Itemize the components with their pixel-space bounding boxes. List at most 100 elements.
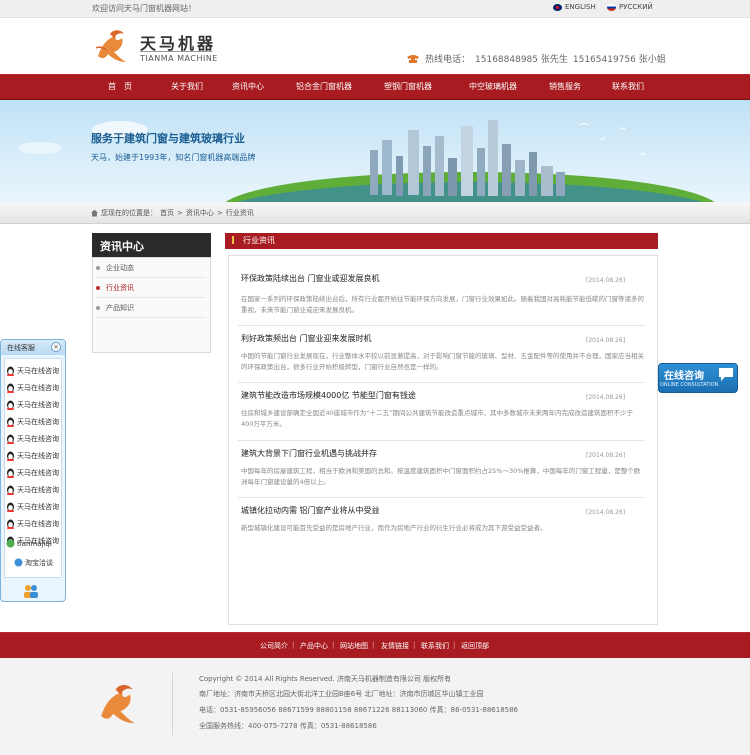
uk-flag-icon: [553, 3, 562, 11]
article-summary: 新型城镇化建设可能首先受益的是房地产行业，而作为房地产行业的衍生行业必将成为其下…: [241, 524, 547, 532]
people-icon: [24, 585, 38, 598]
footer-sep: |: [372, 641, 375, 649]
sidebar-item-label: 产品知识: [106, 304, 134, 312]
nav-home[interactable]: 首 页: [108, 81, 132, 92]
hotline-label: 热线电话：: [425, 55, 471, 65]
qq-contact-link[interactable]: 天马在线咨询: [6, 364, 59, 377]
article-title[interactable]: 建筑节能改造市场规模4000亿 节能型门窗有钱途: [241, 390, 416, 401]
lang-english-label: ENGLISH: [565, 3, 596, 11]
footer-link-contact[interactable]: 联系我们: [421, 641, 449, 651]
article-title[interactable]: 利好政策频出台 门窗业迎来发展时机: [241, 333, 372, 344]
breadcrumb-prefix: 您现在的位置是：: [101, 209, 157, 217]
breadcrumb-home[interactable]: 首页: [160, 208, 174, 218]
article-date: [2014.08.26]: [586, 277, 626, 284]
qq-contact-label: 天马在线咨询: [17, 451, 59, 460]
qq-contact-link[interactable]: 天马在线咨询: [6, 483, 59, 496]
footer-link-sitemap[interactable]: 网站地图: [340, 641, 368, 651]
breadcrumb-sep: >: [177, 209, 183, 217]
qq-penguin-icon: [6, 399, 15, 410]
footer-logo-horse-icon: [101, 685, 135, 724]
qq-penguin-icon: [6, 382, 15, 393]
article-title[interactable]: 城镇化拉动内需 铝门窗产业将从中受益: [241, 505, 380, 516]
taobao-icon: [14, 557, 23, 568]
article-date: [2014.08.26]: [586, 337, 626, 344]
sidebar-item-product-knowledge[interactable]: 产品知识: [96, 300, 206, 318]
hotline-number-2: 15165419756 张小姐: [572, 55, 666, 65]
brand-name-en: TIANMA MACHINE: [140, 54, 218, 63]
breadcrumb: 您现在的位置是： 首页 > 资讯中心 > 行业资讯: [91, 208, 254, 218]
bullet-icon: [96, 306, 100, 310]
taobao-chat-label: 淘宝洽谈: [25, 558, 53, 567]
lang-english-link[interactable]: ENGLISH: [553, 3, 596, 11]
nav-upvc-machines[interactable]: 塑钢门窗机器: [384, 81, 432, 92]
qq-contact-label: 天马在线咨询: [17, 519, 59, 528]
article-date: [2014.08.26]: [586, 394, 626, 401]
wechat-icon: [6, 538, 15, 549]
qq-contact-label: 天马在线咨询: [17, 434, 59, 443]
qq-penguin-icon: [6, 416, 15, 427]
qq-contact-link[interactable]: 天马在线咨询: [6, 449, 59, 462]
footer-phone: 电话：0531-85956056 88671599 88801158 88671…: [199, 706, 519, 714]
article-date: [2014.08.26]: [586, 452, 626, 459]
sidebar-title: 资讯中心: [92, 233, 211, 257]
close-icon[interactable]: ×: [51, 342, 61, 352]
qq-contact-link[interactable]: 天马在线咨询: [6, 398, 59, 411]
banner-subtitle: 天马，始建于1993年，知名门窗机器高端品牌: [91, 153, 256, 162]
section-title: 行业资讯: [225, 233, 658, 249]
lang-russian-label: РУССКИЙ: [619, 3, 653, 11]
welcome-text: 欢迎访问天马门窗机器网站！: [92, 4, 196, 13]
qq-penguin-icon: [6, 484, 15, 495]
title-marker: [232, 236, 234, 244]
divider: [238, 440, 645, 441]
footer-divider: [172, 673, 173, 735]
qq-contact-link[interactable]: 天马在线咨询: [6, 500, 59, 513]
lang-russian-link[interactable]: РУССКИЙ: [607, 3, 653, 11]
article-title[interactable]: 建筑大背景下门窗行业机遇与挑战并存: [241, 448, 377, 459]
logo-horse-icon[interactable]: [92, 26, 132, 66]
divider: [238, 325, 645, 326]
qq-contact-link[interactable]: 天马在线咨询: [6, 381, 59, 394]
article-summary: 中国每年的房屋建筑工程，相当于欧洲和美国的总和。按温度建筑面积中门窗面积约占25…: [241, 467, 641, 486]
city-skyline-image: [18, 120, 715, 202]
footer-link-about[interactable]: 公司简介: [260, 641, 288, 651]
qq-penguin-icon: [6, 433, 15, 444]
russia-flag-icon: [607, 3, 616, 11]
footer-service: 全国服务热线：400-075-7278 传真：0531-88618586: [199, 722, 377, 730]
nav-sales-service[interactable]: 销售服务: [549, 81, 581, 92]
hotline-number-1: 15168848985 张先生: [475, 55, 568, 65]
breadcrumb-news[interactable]: 资讯中心: [186, 208, 214, 218]
footer-copyright: Copyright © 2014 All Rights Reserved. 济南…: [199, 675, 452, 683]
phone-icon: [407, 54, 419, 63]
footer-link-top[interactable]: 返回顶部: [461, 641, 489, 651]
nav-news[interactable]: 资讯中心: [232, 81, 264, 92]
taobao-chat-link[interactable]: 淘宝洽谈: [14, 556, 53, 569]
brand-divider: [140, 51, 212, 52]
footer-nav: [0, 632, 750, 658]
qq-contact-label: 天马在线咨询: [17, 468, 59, 477]
main-nav: 首 页 关于我们 资讯中心 铝合金门窗机器 塑钢门窗机器 中空玻璃机器 销售服务…: [0, 74, 750, 100]
qq-contact-link[interactable]: 天马在线咨询: [6, 517, 59, 530]
sidebar-item-industry-news[interactable]: 行业资讯: [96, 280, 206, 298]
qq-contact-link[interactable]: 天马在线咨询: [6, 466, 59, 479]
article-title[interactable]: 环保政策陆续出台 门窗业或迎发展良机: [241, 273, 380, 284]
qq-penguin-icon: [6, 450, 15, 461]
nav-aluminum-machines[interactable]: 铝合金门窗机器: [296, 81, 352, 92]
sidebar-item-company-news[interactable]: 企业动态: [96, 260, 206, 278]
footer-link-friends[interactable]: 友情链接: [381, 641, 409, 651]
divider: [238, 497, 645, 498]
qq-contact-link[interactable]: 天马在线咨询: [6, 432, 59, 445]
qq-contact-link[interactable]: 天马在线咨询: [6, 415, 59, 428]
qq-contact-label: 天马在线咨询: [17, 400, 59, 409]
nav-contact[interactable]: 联系我们: [612, 81, 644, 92]
banner-title: 服务于建筑门窗与建筑玻璃行业: [91, 132, 245, 145]
wechat-label: tianmajiqi: [17, 539, 52, 548]
footer-link-products[interactable]: 产品中心: [300, 641, 328, 651]
qq-contact-label: 天马在线咨询: [17, 485, 59, 494]
breadcrumb-current: 行业资讯: [225, 209, 254, 217]
qq-penguin-icon: [6, 365, 15, 376]
bullet-icon: [96, 286, 100, 290]
footer-sep: |: [292, 641, 295, 649]
nav-about[interactable]: 关于我们: [171, 81, 203, 92]
footer-sep: |: [453, 641, 456, 649]
nav-glass-machines[interactable]: 中空玻璃机器: [469, 81, 517, 92]
